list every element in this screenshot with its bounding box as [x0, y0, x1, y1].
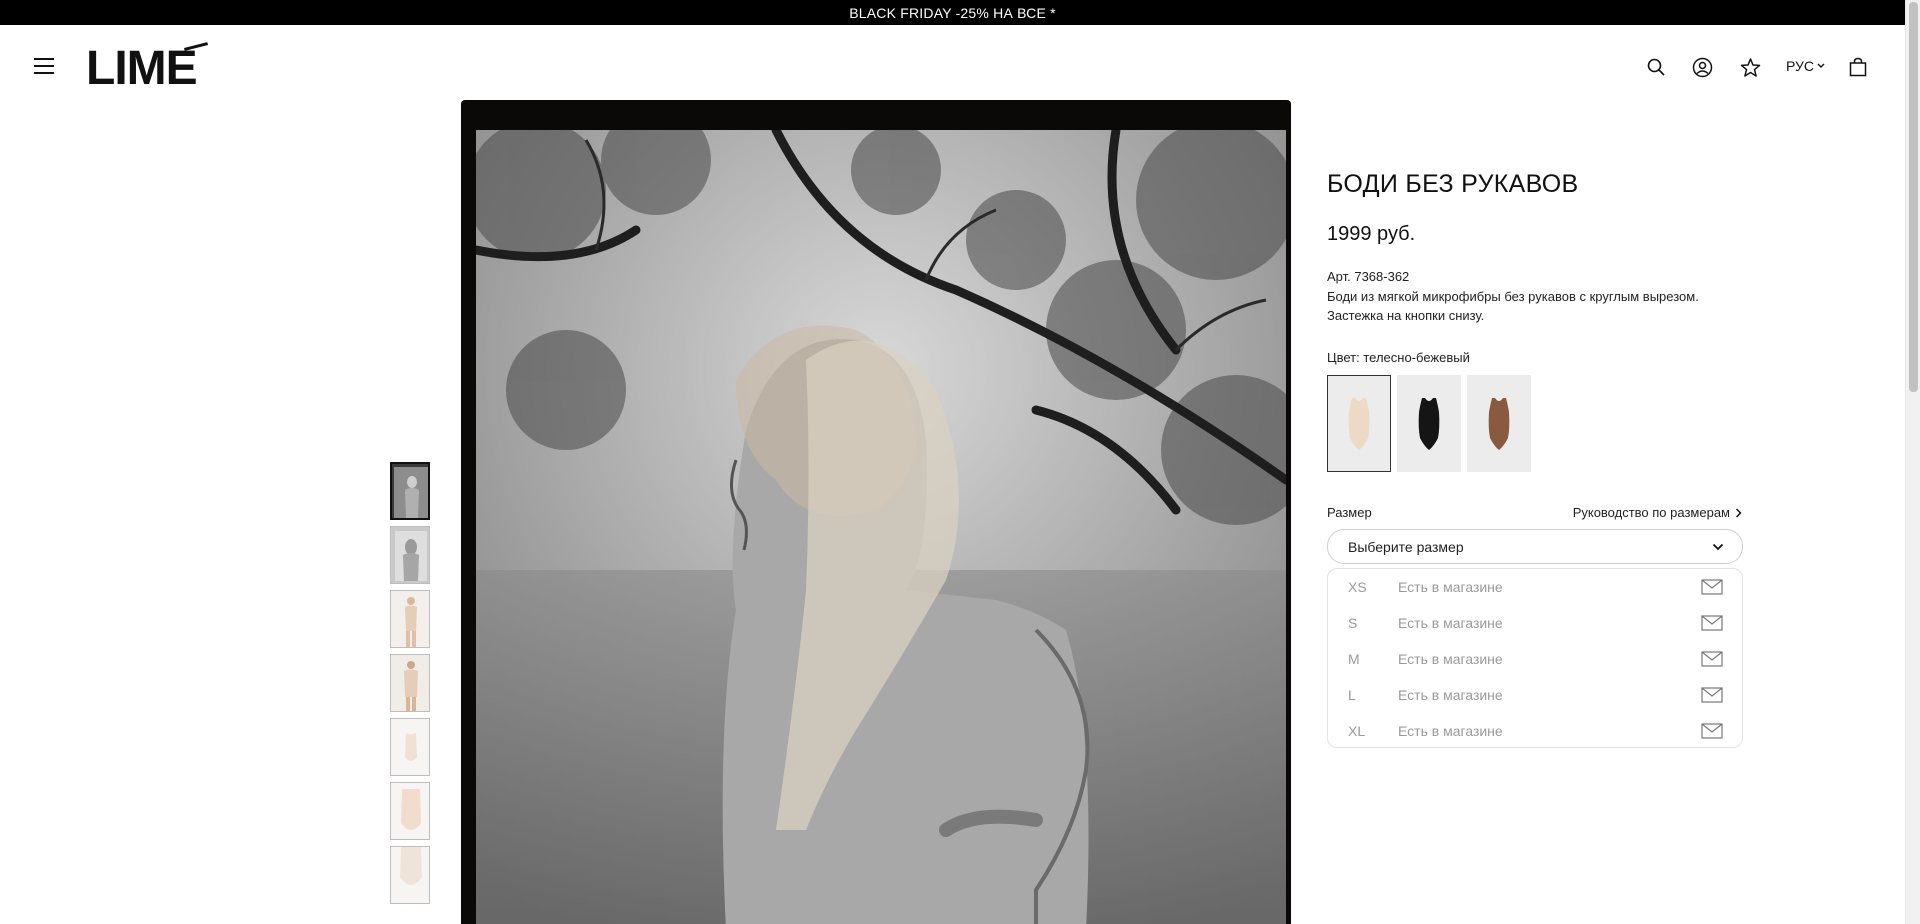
thumbnail-7[interactable] — [390, 846, 430, 904]
search-icon[interactable] — [1644, 55, 1668, 79]
thumbnail-6[interactable] — [390, 782, 430, 840]
size-option-l[interactable]: L Есть в магазине — [1328, 677, 1744, 713]
size-placeholder: Выберите размер — [1348, 538, 1464, 555]
product-description: Боди из мягкой микрофибры без рукавов с … — [1327, 289, 1699, 323]
size-availability: Есть в магазине — [1398, 615, 1503, 631]
color-swatch-black[interactable] — [1397, 375, 1461, 472]
bodysuit-nude-icon — [1348, 397, 1370, 450]
page-scrollbar[interactable] — [1905, 0, 1920, 924]
envelope-icon[interactable] — [1701, 615, 1723, 631]
size-option-xl[interactable]: XL Есть в магазине — [1328, 713, 1744, 749]
size-availability: Есть в магазине — [1398, 579, 1503, 595]
size-name: M — [1348, 651, 1360, 667]
product-info: БОДИ БЕЗ РУКАВОВ 1999 руб. Арт. 7368-362… — [1327, 170, 1747, 748]
envelope-icon[interactable] — [1701, 579, 1723, 595]
thumbnail-3[interactable] — [390, 590, 430, 648]
product-sku: Арт. 7368-362 — [1327, 269, 1410, 284]
size-guide-label: Руководство по размерам — [1572, 505, 1730, 520]
envelope-icon[interactable] — [1701, 687, 1723, 703]
size-option-m[interactable]: M Есть в магазине — [1328, 641, 1744, 677]
size-name: XS — [1348, 579, 1367, 595]
chevron-down-icon — [1712, 543, 1724, 550]
color-swatches — [1327, 375, 1531, 472]
product-title: БОДИ БЕЗ РУКАВОВ — [1327, 170, 1579, 198]
menu-icon[interactable] — [34, 58, 54, 74]
size-option-xs[interactable]: XS Есть в магазине — [1328, 569, 1744, 605]
language-label: РУС — [1786, 58, 1815, 74]
scrollbar-thumb[interactable] — [1909, 2, 1918, 392]
bodysuit-brown-icon — [1488, 397, 1510, 450]
thumbnail-2[interactable] — [390, 526, 430, 584]
color-swatch-brown[interactable] — [1467, 375, 1531, 472]
chevron-down-icon — [1817, 63, 1825, 68]
product-price: 1999 руб. — [1327, 223, 1416, 245]
product-main-photo[interactable] — [461, 100, 1291, 924]
size-availability: Есть в магазине — [1398, 687, 1503, 703]
account-icon[interactable] — [1690, 55, 1714, 79]
size-option-s[interactable]: S Есть в магазине — [1328, 605, 1744, 641]
size-label: Размер — [1327, 505, 1372, 520]
cart-bag-icon[interactable] — [1846, 55, 1870, 79]
bodysuit-black-icon — [1418, 397, 1440, 450]
size-name: XL — [1348, 723, 1366, 739]
thumbnail-4[interactable] — [390, 654, 430, 712]
favorites-star-icon[interactable] — [1738, 55, 1762, 79]
color-swatch-nude[interactable] — [1327, 375, 1391, 472]
size-guide-link[interactable]: Руководство по размерам — [1567, 505, 1742, 520]
promo-text[interactable]: BLACK FRIDAY -25% НА ВСЕ * — [849, 5, 1056, 21]
photo-content — [476, 130, 1286, 924]
size-name: S — [1348, 615, 1358, 631]
site-header: LIME РУС — [0, 25, 1905, 109]
chevron-right-icon — [1735, 507, 1742, 518]
language-selector[interactable]: РУС — [1786, 58, 1825, 74]
size-dropdown[interactable]: Выберите размер — [1327, 529, 1743, 564]
logo[interactable]: LIME — [86, 45, 198, 93]
thumbnail-5[interactable] — [390, 718, 430, 776]
size-name: L — [1348, 687, 1356, 703]
color-label: Цвет: телесно-бежевый — [1327, 350, 1470, 365]
thumbnail-1[interactable] — [390, 462, 430, 520]
envelope-icon[interactable] — [1701, 651, 1723, 667]
envelope-icon[interactable] — [1701, 723, 1723, 739]
size-options-list: XS Есть в магазине S Есть в магазине M Е… — [1327, 568, 1743, 748]
size-availability: Есть в магазине — [1398, 651, 1503, 667]
promo-bar[interactable]: BLACK FRIDAY -25% НА ВСЕ * — [0, 0, 1905, 25]
size-availability: Есть в магазине — [1398, 723, 1503, 739]
